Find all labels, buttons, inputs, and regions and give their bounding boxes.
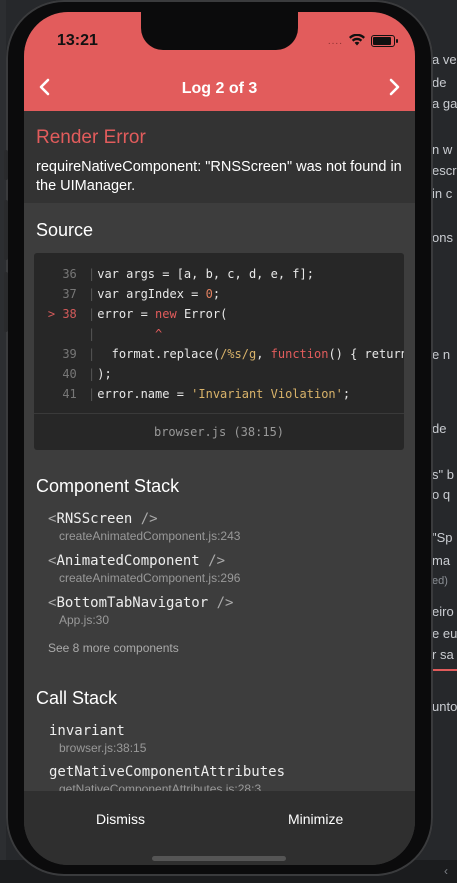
component-name: RNSScreen: [56, 511, 133, 527]
background-text: "Sp: [432, 530, 453, 545]
signal-icon: ....: [327, 35, 343, 47]
background-text: e eu: [432, 626, 457, 641]
call-stack-frame[interactable]: getNativeComponentAttributes getNativeCo…: [49, 764, 285, 791]
call-frame-function: invariant: [49, 723, 125, 739]
status-time: 13:21: [57, 32, 98, 49]
component-location: App.js:30: [59, 613, 110, 627]
chevron-right-icon: [389, 78, 400, 96]
background-text: n w: [432, 142, 453, 157]
call-stack-frame[interactable]: invariant browser.js:38:15: [49, 723, 146, 755]
call-frame-function: getNativeComponentAttributes: [49, 764, 286, 780]
source-file-location: browser.js (38:15): [34, 413, 404, 450]
background-text: ma: [432, 553, 451, 568]
background-text: s" b: [432, 467, 454, 482]
app-screen: 13:21 .... Log 2 of 3 Render Error requi…: [24, 12, 415, 865]
side-button: [4, 150, 8, 180]
component-location: createAnimatedComponent.js:296: [59, 571, 241, 585]
notch: [141, 12, 298, 50]
background-text: ed): [432, 575, 448, 587]
error-header: Render Error requireNativeComponent: "RN…: [24, 111, 415, 203]
background-text: r sa: [432, 647, 454, 662]
minimize-button[interactable]: Minimize: [288, 811, 343, 827]
home-indicator: [152, 856, 286, 861]
status-icons: ....: [327, 33, 398, 48]
log-counter-title: Log 2 of 3: [181, 80, 258, 97]
code-line: 36 | var args = [a, b, c, d, e, f];: [47, 267, 314, 281]
volume-up-button: [4, 200, 8, 260]
background-text: unto: [432, 699, 457, 714]
log-navigation: Log 2 of 3: [24, 68, 415, 111]
error-title: Render Error: [36, 127, 146, 148]
call-stack-heading: Call Stack: [36, 688, 118, 708]
phone-frame: 13:21 .... Log 2 of 3 Render Error requi…: [4, 0, 433, 876]
background-text: a ga: [432, 96, 457, 111]
code-line-caret: | ^: [88, 327, 163, 341]
background-text: o q: [432, 487, 451, 502]
code-line: 37 | var argIndex = 0;: [47, 287, 221, 301]
source-code-frame[interactable]: 36 | var args = [a, b, c, d, e, f]; 37 | v…: [34, 253, 404, 450]
component-frame[interactable]: <RNSScreen /> createAnimatedComponent.js…: [48, 511, 240, 543]
call-frame-location: getNativeComponentAttributes.js:28:3: [59, 782, 262, 791]
code-line: 40 |);: [47, 367, 112, 381]
background-text: e n: [432, 347, 451, 362]
component-location: createAnimatedComponent.js:243: [59, 529, 241, 543]
code-line: 39 | format.replace(/%s/g, function() { …: [47, 347, 404, 361]
logbox-footer: Dismiss Minimize: [24, 791, 415, 865]
background-text: ons: [432, 230, 453, 245]
background-text: escr: [432, 163, 457, 178]
see-more-components-link[interactable]: See 8 more components: [48, 641, 179, 655]
error-message: requireNativeComponent: "RNSScreen" was …: [36, 159, 402, 194]
call-frame-location: browser.js:38:15: [59, 741, 147, 755]
background-text: a ve: [432, 52, 457, 67]
volume-down-button: [4, 272, 8, 332]
next-log-button[interactable]: [387, 76, 401, 102]
status-bar: 13:21 ....: [24, 12, 415, 68]
chevron-left-icon: ‹: [444, 864, 448, 878]
background-text: in c: [432, 186, 453, 201]
background-underline: [432, 669, 457, 671]
component-frame[interactable]: <AnimatedComponent /> createAnimatedComp…: [48, 553, 240, 585]
source-heading: Source: [36, 220, 94, 240]
code-line-highlighted: > 38 | error = new Error(: [47, 307, 228, 321]
wifi-icon: [349, 33, 365, 48]
code-lines: 36 | var args = [a, b, c, d, e, f]; 37 | v…: [34, 264, 404, 404]
component-stack-heading: Component Stack: [36, 476, 180, 496]
code-line: 41 | error.name = 'Invariant Violation';: [47, 387, 351, 401]
battery-icon: [371, 35, 398, 47]
background-text: eiro: [432, 604, 454, 619]
background-text: de: [432, 421, 447, 436]
background-text: de: [432, 75, 447, 90]
component-name: BottomTabNavigator: [56, 595, 209, 611]
log-details-scroll[interactable]: Source 36 | var args = [a, b, c, d, e, f]…: [24, 203, 415, 791]
dismiss-button[interactable]: Dismiss: [96, 811, 145, 827]
component-name: AnimatedComponent: [56, 553, 200, 569]
component-frame[interactable]: <BottomTabNavigator /> App.js:30: [48, 595, 233, 627]
